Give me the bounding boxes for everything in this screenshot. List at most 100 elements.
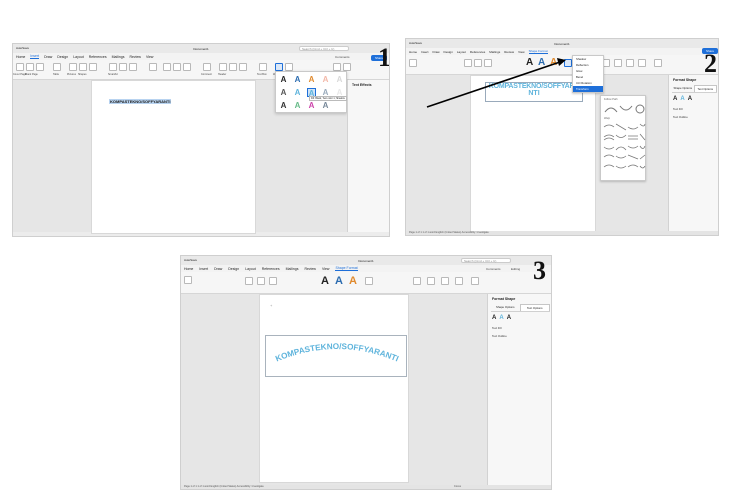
tab-draw[interactable]: Draw <box>44 55 52 59</box>
tab-view[interactable]: View <box>322 267 330 271</box>
comments-button[interactable]: Comments <box>486 267 501 271</box>
text-effects-button[interactable] <box>365 277 373 285</box>
follow-path-shapes[interactable] <box>601 103 647 115</box>
text-fill-section[interactable]: Text Fill <box>669 105 718 113</box>
tab-shape-format[interactable]: Shape Format <box>528 49 548 54</box>
media-button[interactable] <box>149 63 157 71</box>
tab-draw[interactable]: Draw <box>214 267 222 271</box>
header-button[interactable] <box>219 63 227 71</box>
menu-item-transform[interactable]: Transform <box>573 86 603 92</box>
blank-page-button[interactable] <box>26 63 34 71</box>
wordart-textbox[interactable]: KOMPASTEKNO/SOFFYARANTI <box>265 335 407 377</box>
tab-layout[interactable]: Layout <box>245 267 256 271</box>
wordart-style-5[interactable]: A <box>335 75 344 84</box>
text-effects-icon[interactable]: A <box>499 315 503 321</box>
bring-forward-button[interactable] <box>441 277 449 285</box>
wordart-quick-style-1[interactable]: A <box>321 275 329 287</box>
tab-text-options[interactable]: Text Options <box>693 85 717 92</box>
screenshot-button[interactable] <box>129 63 137 71</box>
wordart-quick-style-2[interactable]: A <box>335 275 343 287</box>
tab-home[interactable]: Home <box>184 267 193 271</box>
tab-shape-options[interactable]: Shape Options <box>672 85 694 92</box>
wordart-style-2[interactable]: A <box>293 75 302 84</box>
equation-button[interactable] <box>333 63 341 71</box>
tab-design[interactable]: Design <box>444 50 453 54</box>
tab-layout[interactable]: Layout <box>457 50 466 54</box>
editing-button[interactable]: Editing <box>511 267 520 271</box>
shape-style-1[interactable] <box>245 277 253 285</box>
link-button[interactable] <box>163 63 171 71</box>
document-page[interactable]: + KOMPASTEKNO/SOFFYARANTI <box>259 294 409 483</box>
focus-button[interactable]: Focus <box>454 485 461 489</box>
selected-body-text[interactable]: KOMPASTEKNO/SOFFYARANTI <box>109 99 172 104</box>
tab-shape-options[interactable]: Shape Options <box>491 304 520 311</box>
wordart-textbox[interactable]: KOMPASTEKNO/SOFFYARA NTI <box>485 82 583 102</box>
tab-layout[interactable]: Layout <box>73 55 84 59</box>
smartart-button[interactable] <box>109 63 117 71</box>
symbol-button[interactable] <box>343 63 351 71</box>
tab-view[interactable]: View <box>146 55 154 59</box>
search-input[interactable]: Search (Cmd + Ctrl + U) <box>461 258 511 263</box>
tab-review[interactable]: Review <box>129 55 140 59</box>
tab-draw[interactable]: Draw <box>433 50 440 54</box>
tab-insert[interactable]: Insert <box>421 50 429 54</box>
page-break-button[interactable] <box>36 63 44 71</box>
tab-review[interactable]: Review <box>504 50 514 54</box>
tab-home[interactable]: Home <box>16 55 25 59</box>
wordart-style-4[interactable]: A <box>321 75 330 84</box>
pictures-button[interactable] <box>69 63 77 71</box>
footer-button[interactable] <box>229 63 237 71</box>
text-outline-section[interactable]: Text Outline <box>488 332 551 340</box>
tab-references[interactable]: References <box>470 50 485 54</box>
bookmark-button[interactable] <box>173 63 181 71</box>
tab-references[interactable]: References <box>262 267 280 271</box>
document-page[interactable]: KOMPASTEKNO/SOFFYARA NTI <box>470 75 596 233</box>
wrap-text-button[interactable] <box>614 59 622 67</box>
wordart-style-6[interactable]: A <box>279 88 288 97</box>
chart-button[interactable] <box>119 63 127 71</box>
align-button[interactable] <box>654 59 662 67</box>
wordart-button[interactable] <box>275 63 283 71</box>
wordart-style-14[interactable]: A <box>321 101 330 110</box>
text-fill-outline-icon[interactable]: A <box>673 96 677 102</box>
cross-reference-button[interactable] <box>183 63 191 71</box>
text-effects-icon[interactable]: A <box>680 96 684 102</box>
drop-cap-button[interactable] <box>285 63 293 71</box>
tab-design[interactable]: Design <box>57 55 68 59</box>
text-fill-outline-icon[interactable]: A <box>492 315 496 321</box>
send-backward-button[interactable] <box>455 277 463 285</box>
shapes-button[interactable] <box>79 63 87 71</box>
table-button[interactable] <box>53 63 61 71</box>
shape-style-3[interactable] <box>269 277 277 285</box>
wordart-style-11[interactable]: A <box>279 101 288 110</box>
send-backward-button[interactable] <box>638 59 646 67</box>
wordart-quick-style-2[interactable]: A <box>538 57 545 68</box>
text-effects-button[interactable] <box>564 59 572 67</box>
wordart-style-1[interactable]: A <box>279 75 288 84</box>
align-button[interactable] <box>471 277 479 285</box>
wrap-text-button[interactable] <box>427 277 435 285</box>
wordart-style-12[interactable]: A <box>293 101 302 110</box>
text-outline-section[interactable]: Text Outline <box>669 113 718 121</box>
tab-view[interactable]: View <box>518 50 524 54</box>
textbox-icon[interactable]: A <box>688 96 692 102</box>
tab-insert[interactable]: Insert <box>30 54 40 59</box>
bring-forward-button[interactable] <box>626 59 634 67</box>
tab-home[interactable]: Home <box>409 50 417 54</box>
comment-button[interactable] <box>203 63 211 71</box>
wordart-style-13[interactable]: A <box>307 101 316 110</box>
insert-shapes-button[interactable] <box>184 276 192 284</box>
textbox-icon[interactable]: A <box>507 315 511 321</box>
document-page[interactable]: KOMPASTEKNO/SOFFYARANTI <box>91 80 256 234</box>
tab-references[interactable]: References <box>89 55 107 59</box>
shape-style-3[interactable] <box>484 59 492 67</box>
wordart-style-7[interactable]: A <box>293 88 302 97</box>
search-input[interactable]: Search (Cmd + Ctrl + U) <box>299 46 349 51</box>
insert-shapes-button[interactable] <box>409 59 417 67</box>
tab-insert[interactable]: Insert <box>199 267 208 271</box>
shape-style-2[interactable] <box>474 59 482 67</box>
page-number-button[interactable] <box>239 63 247 71</box>
tab-design[interactable]: Design <box>228 267 239 271</box>
comments-button[interactable]: Comments <box>335 55 350 59</box>
tab-text-options[interactable]: Text Options <box>519 304 550 311</box>
